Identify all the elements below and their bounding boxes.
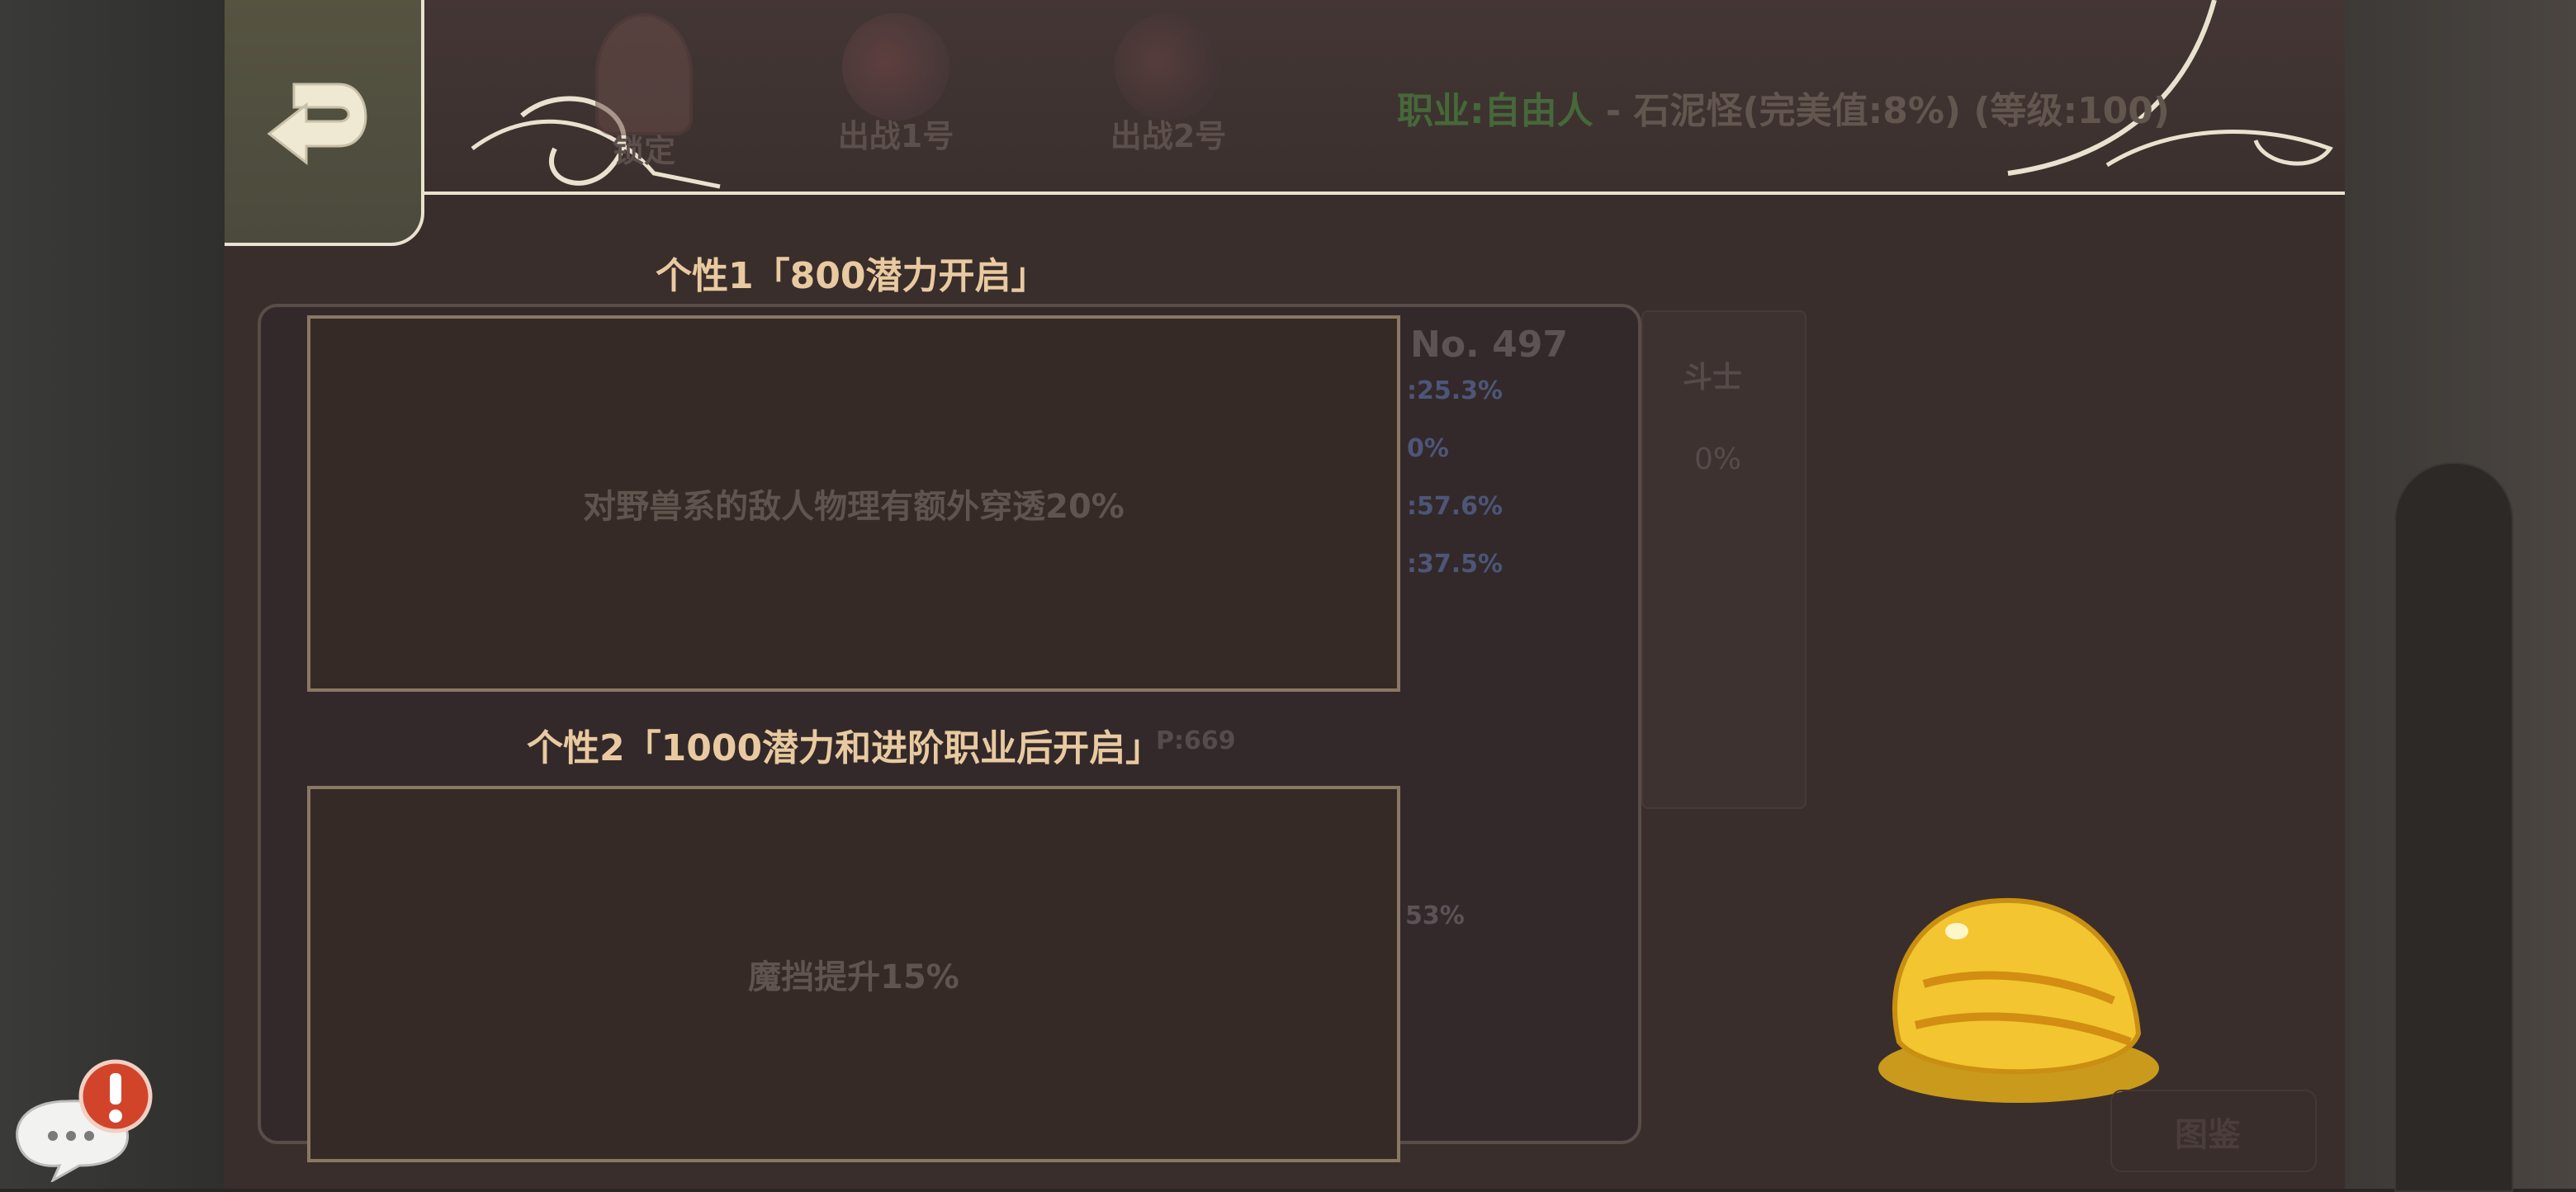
rate-value: 53%	[1405, 901, 1465, 930]
codex-button[interactable]: 图鉴	[2110, 1090, 2317, 1172]
class-label: 斗士	[1683, 361, 1743, 395]
stat-value: :25.3%	[1407, 376, 1503, 405]
stat-value: :37.5%	[1407, 550, 1503, 579]
trait-1-box: 对野兽系的敌人物理有额外穿透20%	[307, 315, 1400, 692]
trait-2-box: 魔挡提升15%	[307, 786, 1400, 1162]
tab-battle-1[interactable]: 出战1号	[826, 13, 966, 156]
hero-portrait-icon	[1115, 13, 1222, 121]
hero-portrait-icon	[842, 13, 949, 121]
trait-1-description: 对野兽系的敌人物理有额外穿透20%	[583, 488, 1125, 526]
stat-value: 0%	[1407, 434, 1449, 463]
gold-slime-icon	[1878, 897, 2159, 1103]
exclamation-icon	[78, 1059, 153, 1133]
monster-info: - 石泥怪(完美值:8%) (等级:100)	[1593, 90, 2171, 132]
class-value: 0%	[1694, 442, 1742, 476]
chat-button[interactable]	[10, 1058, 159, 1182]
back-button[interactable]	[225, 0, 424, 246]
stat-value: :57.6%	[1407, 492, 1503, 521]
left-background	[0, 0, 225, 1189]
trait-2-description: 魔挡提升15%	[748, 958, 959, 996]
back-arrow-icon	[267, 83, 367, 166]
card-number: No. 497	[1410, 324, 1568, 366]
tab-lock[interactable]: 锁定	[578, 13, 710, 171]
codex-button-label: 图鉴	[2175, 1116, 2241, 1154]
job-name: 职业:自由人	[1397, 90, 1593, 132]
lock-icon	[595, 13, 693, 135]
job-info: 职业:自由人 - 石泥怪(完美值:8%) (等级:100)	[1397, 81, 2170, 134]
background-tower	[2394, 462, 2513, 1192]
trait-1-title: 个性1「800潜力开启」	[656, 255, 1048, 297]
right-background	[2345, 0, 2576, 1192]
hp-value: P:669	[1156, 726, 1236, 755]
tab-battle-2[interactable]: 出战2号	[1098, 13, 1238, 156]
trait-2-title: 个性2「1000潜力和进阶职业后开启」	[527, 727, 1163, 769]
